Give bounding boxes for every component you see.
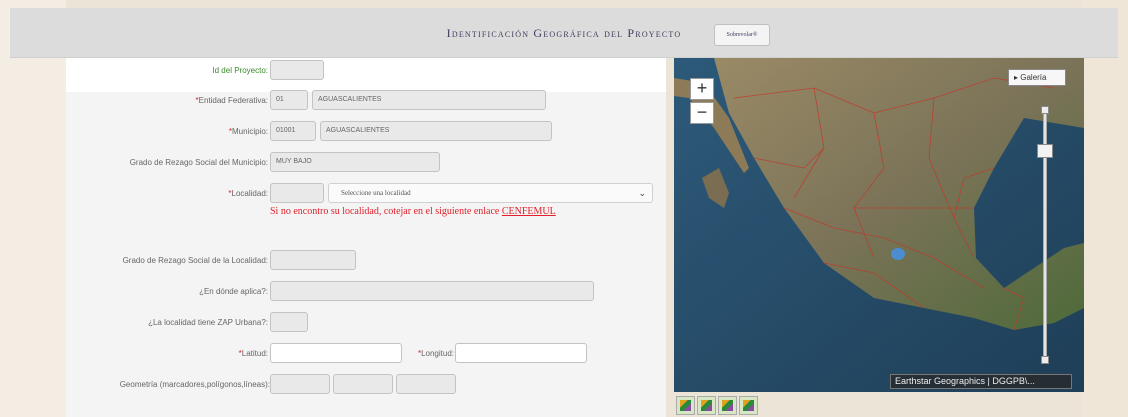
donde-aplica-label: ¿En dónde aplica?:: [199, 287, 268, 296]
geometria-field-3: [396, 374, 456, 394]
zap-urbana-label: ¿La localidad tiene ZAP Urbana?:: [148, 318, 268, 327]
localidad-select[interactable]: Seleccione una localidad ⌄: [328, 183, 653, 203]
id-proyecto-field: [270, 60, 324, 80]
donde-aplica-field: [270, 281, 594, 301]
marker-tool-icon[interactable]: [676, 396, 695, 415]
rezago-localidad-label: Grado de Rezago Social de la Localidad:: [122, 256, 268, 265]
id-proyecto-label: Id del Proyecto:: [212, 66, 268, 75]
zoom-in-button[interactable]: +: [690, 78, 714, 100]
longitud-label: *Longitud:: [417, 349, 454, 358]
zap-urbana-field: [270, 312, 308, 332]
entidad-code-field: 01: [270, 90, 308, 110]
zoom-slider-top[interactable]: [1041, 106, 1049, 114]
sobrevolar-button[interactable]: Sobrevolar®: [714, 24, 770, 46]
drawing-toolbar: [676, 396, 758, 416]
geometria-field-2: [333, 374, 393, 394]
map-attribution: Earthstar Geographics | DGGPB\...: [890, 374, 1072, 389]
zoom-out-button[interactable]: −: [690, 102, 714, 124]
zoom-slider-bottom[interactable]: [1041, 356, 1049, 364]
line-tool-icon[interactable]: [718, 396, 737, 415]
municipio-code-field: 01001: [270, 121, 316, 141]
municipio-name-field: AGUASCALIENTES: [320, 121, 552, 141]
zoom-slider-thumb[interactable]: [1037, 144, 1053, 158]
cenfemul-link[interactable]: CENFEMUL: [502, 206, 556, 217]
localidad-warning: Si no encontro su localidad, cotejar en …: [270, 206, 556, 217]
geometria-label: Geometría (marcadores,polígonos,líneas):: [119, 380, 270, 389]
form-top-row: [66, 58, 666, 92]
page-margin-left: [0, 0, 66, 417]
polygon-tool-icon[interactable]: [697, 396, 716, 415]
rezago-municipio-label: Grado de Rezago Social del Municipio:: [129, 158, 268, 167]
geometria-field-1: [270, 374, 330, 394]
map-imagery: [674, 58, 1084, 392]
edit-tool-icon[interactable]: [739, 396, 758, 415]
page-title: Identificación Geográfica del Proyecto: [446, 26, 682, 40]
entidad-name-field: AGUASCALIENTES: [312, 90, 546, 110]
entidad-label: *Entidad Federativa:: [195, 96, 269, 105]
form-panel: [66, 58, 666, 417]
rezago-municipio-field: MUY BAJO: [270, 152, 440, 172]
localidad-label: *Localidad:: [228, 189, 268, 198]
latitud-input[interactable]: [270, 343, 402, 363]
longitud-input[interactable]: [455, 343, 587, 363]
section-header: Identificación Geográfica del Proyecto S…: [10, 8, 1118, 58]
municipio-label: *Municipio:: [228, 127, 268, 136]
chevron-down-icon: ⌄: [638, 188, 646, 198]
galeria-button[interactable]: ▸ Galería: [1008, 69, 1066, 86]
map-viewer[interactable]: + − ▸ Galería Earthstar Geographics | DG…: [674, 58, 1084, 392]
page-margin-right: [1082, 0, 1128, 417]
localidad-code-field: [270, 183, 324, 203]
latitud-label: *Latitud:: [238, 349, 268, 358]
rezago-localidad-field: [270, 250, 356, 270]
